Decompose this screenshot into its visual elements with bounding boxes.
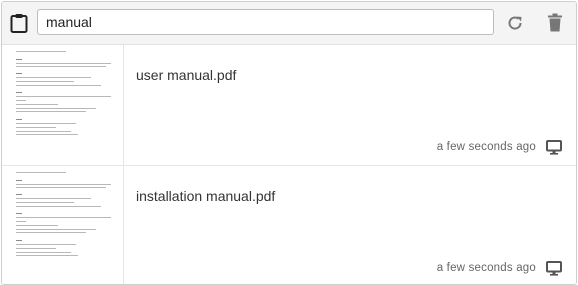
file-timestamp: a few seconds ago: [436, 141, 536, 153]
monitor-icon: [546, 140, 562, 155]
file-name: user manual.pdf: [136, 67, 237, 83]
trash-icon[interactable]: [547, 13, 563, 32]
search-input[interactable]: [37, 9, 494, 35]
file-list: user manual.pdf a few seconds ago instal…: [2, 45, 576, 284]
pdf-thumbnail: [2, 166, 124, 284]
list-item[interactable]: installation manual.pdf a few seconds ag…: [2, 166, 576, 284]
monitor-icon: [546, 261, 562, 276]
toolbar: [2, 2, 576, 45]
file-panel: user manual.pdf a few seconds ago: [1, 1, 577, 285]
file-name: installation manual.pdf: [136, 188, 276, 204]
file-timestamp: a few seconds ago: [436, 262, 536, 274]
refresh-icon[interactable]: [506, 14, 524, 32]
clipboard-icon: [10, 14, 28, 33]
list-item[interactable]: user manual.pdf a few seconds ago: [2, 45, 576, 166]
pdf-thumbnail: [2, 45, 124, 165]
